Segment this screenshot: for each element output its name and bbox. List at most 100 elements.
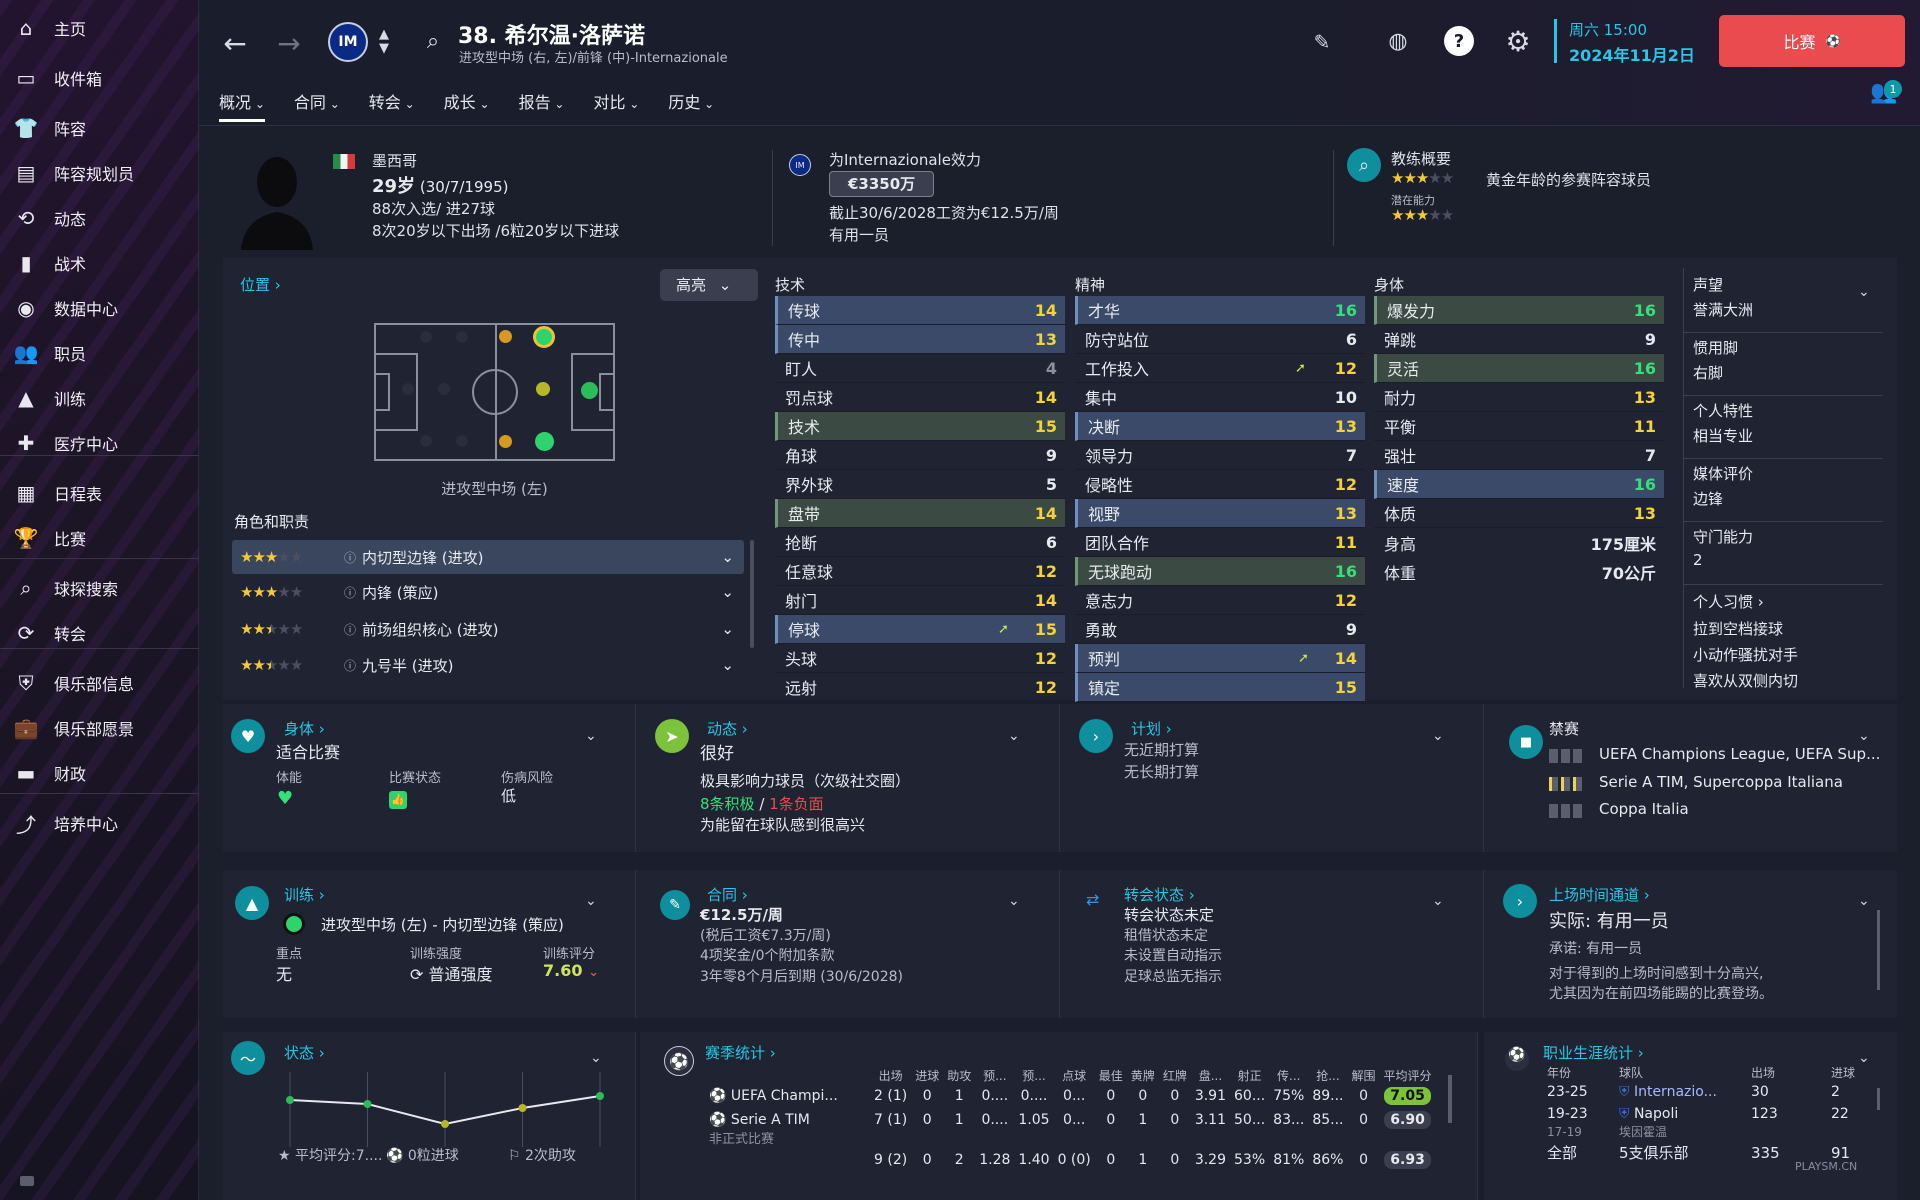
career-col-header[interactable]: 年份 [1543,1064,1615,1081]
highlight-dropdown[interactable]: 高亮 ⌄ [660,269,758,301]
sidebar-item-8[interactable]: 👥 职员 [0,333,199,373]
sidebar-item-11[interactable]: ▦ 日程表 [0,473,199,513]
career-col-header[interactable]: 出场 [1747,1064,1827,1081]
chevron-down-icon[interactable]: ⌄ [1008,893,1020,909]
sidebar-collapse-icon[interactable] [20,1176,34,1186]
attribute-row[interactable]: 工作投入 ➚ 12 [1075,354,1365,383]
friendly-row[interactable]: 非正式比赛 [705,1132,870,1148]
edit-icon[interactable]: ✎ [1308,28,1336,56]
attribute-row[interactable]: 角球 9 [775,441,1065,470]
notifications[interactable]: 👥 1 [1870,80,1902,110]
season-col-header[interactable]: 射正 [1230,1067,1269,1084]
attribute-row[interactable]: 侵略性 12 [1075,470,1365,499]
search-icon[interactable]: ⌕ [418,26,448,56]
chevron-down-icon[interactable]: ⌄ [1008,728,1020,744]
chevron-down-icon[interactable]: ⌄ [721,620,734,638]
sidebar-item-7[interactable]: ◉ 数据中心 [0,288,199,328]
chevron-down-icon[interactable]: ⌄ [1858,284,1870,300]
habits-title[interactable]: 个人习惯 › [1693,591,1883,612]
sidebar-item-18[interactable]: ⤴ 培养中心 [0,803,199,843]
sidebar-item-10[interactable]: ✚ 医疗中心 [0,423,199,463]
attribute-row[interactable]: 镇定 15 [1075,673,1365,702]
attribute-row[interactable]: 预判 ➚ 14 [1075,644,1365,673]
career-row[interactable]: 23-25 ⛨ Internazio... 30 2 [1543,1081,1867,1103]
attribute-row[interactable]: 无球跑动 16 [1075,557,1365,586]
sidebar-item-2[interactable]: ▭ 收件箱 [0,58,199,98]
role-row[interactable]: ★★★★★ ⓘ 内锋 (策应) ⌄ [232,575,744,609]
chevron-down-icon[interactable]: ⌄ [585,893,597,909]
career-stats-title[interactable]: 职业生涯统计 › [1543,1042,1644,1063]
attribute-row[interactable]: 团队合作 11 [1075,528,1365,557]
sidebar-item-14[interactable]: ⟳ 转会 [0,613,199,653]
sidebar-item-12[interactable]: 🏆 比赛 [0,518,199,558]
career-col-header[interactable]: 进球 [1827,1064,1867,1081]
season-col-header[interactable]: 出场 [870,1067,911,1084]
help-icon[interactable]: ? [1444,26,1474,56]
attribute-row[interactable]: 远射 12 [775,673,1065,702]
attribute-row[interactable]: 领导力 7 [1075,441,1365,470]
chevron-down-icon[interactable]: ⌄ [1432,728,1444,744]
plans-card-title[interactable]: 计划 › [1131,718,1172,739]
attribute-row[interactable]: 才华 16 [1075,296,1365,325]
attribute-row[interactable]: 盘带 14 [775,499,1065,528]
attribute-row[interactable]: 界外球 5 [775,470,1065,499]
physical-card-title[interactable]: 身体 › [284,718,325,739]
attribute-row[interactable]: 防守站位 6 [1075,325,1365,354]
attribute-row[interactable]: 平衡 11 [1374,412,1664,441]
attribute-row[interactable]: 技术 15 [775,412,1065,441]
role-row[interactable]: ★★★★★ ⓘ 前场组织核心 (进攻) ⌄ [232,612,744,646]
transfer-value[interactable]: €3350万 [829,171,934,197]
attribute-row[interactable]: 速度 16 [1374,470,1664,499]
season-row[interactable]: ⚽ Serie A TIM 7 (1) 0 1 0.... 1.05 0... 0 1 0 3.11… [705,1108,1436,1132]
attribute-row[interactable]: 强壮 7 [1374,441,1664,470]
sidebar-item-15[interactable]: ⛨ 俱乐部信息 [0,663,199,703]
attribute-row[interactable]: 头球 12 [775,644,1065,673]
season-col-header[interactable]: 助攻 [943,1067,975,1084]
sidebar-item-13[interactable]: ⌕ 球探搜索 [0,568,199,608]
attribute-row[interactable]: 任意球 12 [775,557,1065,586]
position-link[interactable]: 位置 › [240,274,281,295]
chevron-down-icon[interactable]: ⌄ [1858,728,1870,744]
forward-arrow-icon[interactable]: → [272,26,306,60]
chevron-down-icon[interactable]: ⌄ [590,1050,602,1066]
sidebar-item-1[interactable]: ⌂ 主页 [0,8,199,48]
sidebar-item-16[interactable]: 💼 俱乐部愿景 [0,708,199,748]
attribute-row[interactable]: 射门 14 [775,586,1065,615]
settings-gear-icon[interactable]: ⚙ [1501,24,1535,58]
attribute-row[interactable]: 意志力 12 [1075,586,1365,615]
attribute-row[interactable]: 传中 13 [775,325,1065,354]
sidebar-item-6[interactable]: ▮ 战术 [0,243,199,283]
career-col-header[interactable]: 球队 [1615,1064,1747,1081]
attribute-row[interactable]: 体质 13 [1374,499,1664,528]
attribute-row[interactable]: 爆发力 16 [1374,296,1664,325]
scrollbar[interactable] [1448,1075,1452,1123]
tab-1[interactable]: 概况 ⌄ [219,86,265,122]
tab-2[interactable]: 合同 ⌄ [294,86,340,122]
training-card-title[interactable]: 训练 › [284,884,325,905]
contract-card-title[interactable]: 合同 › [707,884,748,905]
role-row[interactable]: ★★★★★ ⓘ 九号半 (进攻) ⌄ [232,648,744,682]
form-card-title[interactable]: 状态 › [284,1042,325,1063]
attribute-row[interactable]: 视野 13 [1075,499,1365,528]
attribute-row[interactable]: 耐力 13 [1374,383,1664,412]
chevron-down-icon[interactable]: ⌄ [1858,1050,1870,1066]
attribute-row[interactable]: 盯人 4 [775,354,1065,383]
season-col-header[interactable]: 进球 [911,1067,943,1084]
tab-4[interactable]: 成长 ⌄ [444,86,490,122]
chevron-down-icon[interactable]: ⌄ [721,583,734,601]
attribute-row[interactable]: 传球 14 [775,296,1065,325]
playing-time-title[interactable]: 上场时间通道 › [1549,884,1650,905]
attribute-row[interactable]: 弹跳 9 [1374,325,1664,354]
season-col-header[interactable]: 抢... [1308,1067,1347,1084]
season-col-header[interactable]: 解围 [1348,1067,1380,1084]
season-col-header[interactable]: 平均评分 [1380,1067,1436,1084]
sidebar-item-3[interactable]: 👕 阵容 [0,108,199,148]
season-col-header[interactable]: 传... [1269,1067,1308,1084]
chevron-down-icon[interactable]: ⌄ [1858,893,1870,909]
attribute-row[interactable]: 停球 ➚ 15 [775,615,1065,644]
role-row[interactable]: ★★★★★ ⓘ 内切型边锋 (进攻) ⌄ [232,540,744,574]
tab-3[interactable]: 转会 ⌄ [369,86,415,122]
attribute-row[interactable]: 罚点球 14 [775,383,1065,412]
chevron-down-icon[interactable]: ⌄ [585,728,597,744]
sidebar-item-17[interactable]: ▬ 财政 [0,753,199,793]
